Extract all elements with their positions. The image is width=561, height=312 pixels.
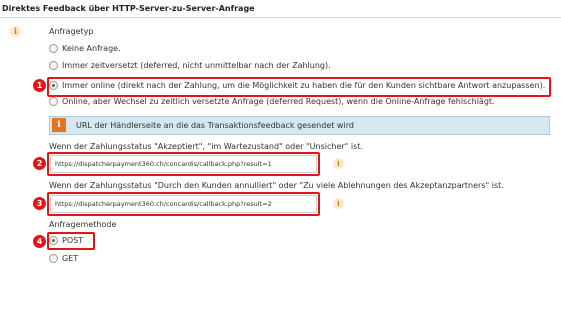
section-title: Direktes Feedback über HTTP-Server-zu-Se… bbox=[2, 4, 255, 13]
radio-button[interactable] bbox=[49, 97, 58, 106]
url-accepted-input[interactable]: https://dispatcherpayment360.ch/concardi… bbox=[50, 155, 317, 173]
info-icon[interactable]: i bbox=[10, 26, 21, 37]
request-method-label: Anfragemethode bbox=[49, 220, 117, 229]
info-icon[interactable]: i bbox=[333, 198, 344, 209]
radio-button[interactable] bbox=[49, 61, 58, 70]
radio-label: Keine Anfrage. bbox=[62, 44, 121, 53]
info-icon[interactable]: i bbox=[333, 158, 344, 169]
radio-button-selected[interactable] bbox=[49, 236, 58, 245]
radio-option-online-fallback[interactable]: Online, aber Wechsel zu zeitlich versetz… bbox=[49, 97, 495, 106]
info-icon: i bbox=[52, 118, 66, 132]
url-accepted-label: Wenn der Zahlungsstatus "Akzeptiert", "i… bbox=[49, 142, 363, 151]
banner-text: URL der Händlerseite an die das Transakt… bbox=[76, 121, 354, 130]
radio-option-deferred[interactable]: Immer zeitversetzt (deferred, nicht unmi… bbox=[49, 61, 331, 70]
radio-button-selected[interactable] bbox=[49, 81, 58, 90]
radio-button[interactable] bbox=[49, 254, 58, 263]
url-cancelled-input[interactable]: https://dispatcherpayment360.ch/concardi… bbox=[50, 195, 317, 213]
radio-option-online[interactable]: Immer online (direkt nach der Zahlung, u… bbox=[49, 81, 545, 90]
radio-label: Immer zeitversetzt (deferred, nicht unmi… bbox=[62, 61, 331, 70]
radio-button[interactable] bbox=[49, 44, 58, 53]
request-type-label: Anfragetyp bbox=[49, 27, 94, 36]
radio-label: Immer online (direkt nach der Zahlung, u… bbox=[62, 81, 546, 90]
step-badge-4: 4 bbox=[33, 235, 46, 248]
radio-option-post[interactable]: POST bbox=[49, 236, 83, 245]
step-badge-3: 3 bbox=[33, 197, 46, 210]
step-badge-2: 2 bbox=[33, 157, 46, 170]
radio-option-get[interactable]: GET bbox=[49, 254, 78, 263]
step-badge-1: 1 bbox=[33, 79, 46, 92]
radio-option-none[interactable]: Keine Anfrage. bbox=[49, 44, 121, 53]
radio-label: GET bbox=[62, 254, 79, 263]
radio-label: POST bbox=[62, 236, 84, 245]
section-divider bbox=[0, 17, 561, 18]
url-cancelled-label: Wenn der Zahlungsstatus "Durch den Kunde… bbox=[49, 181, 504, 190]
radio-label: Online, aber Wechsel zu zeitlich versetz… bbox=[62, 97, 495, 106]
